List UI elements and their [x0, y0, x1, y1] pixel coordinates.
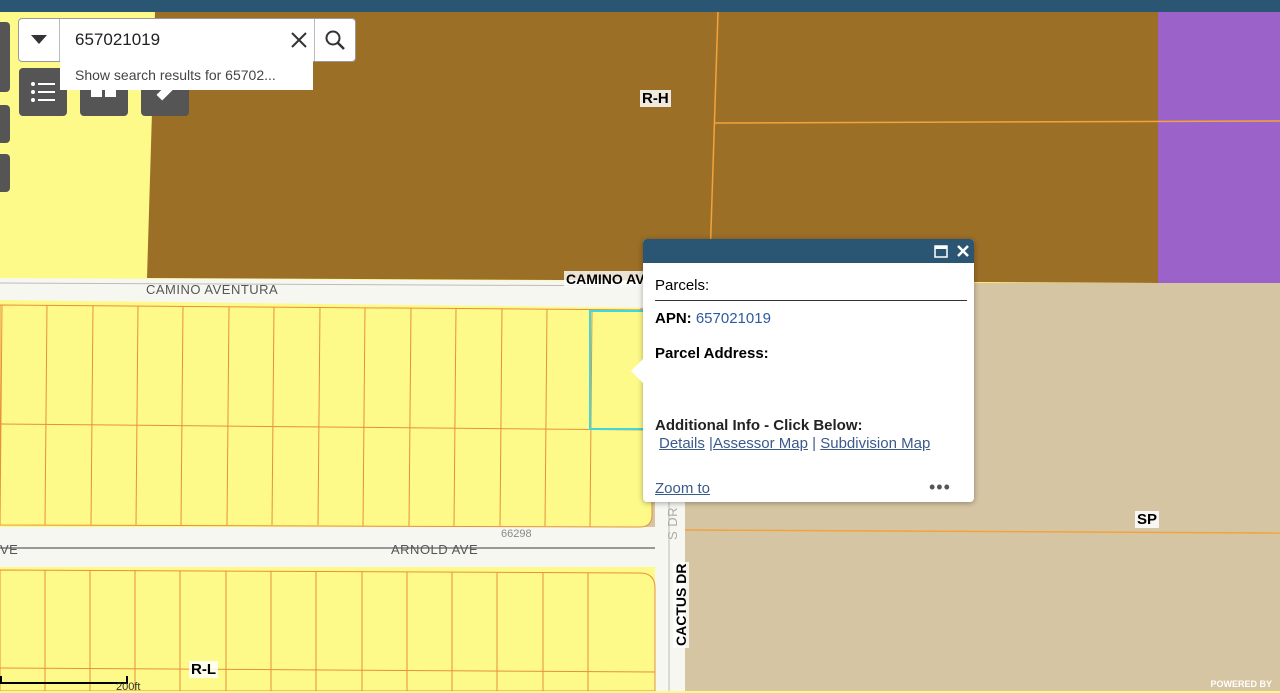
- assessor-map-link[interactable]: Assessor Map: [713, 435, 808, 452]
- popup-pointer: [631, 359, 643, 383]
- maximize-icon[interactable]: [934, 245, 948, 258]
- list-icon: [31, 82, 55, 102]
- side-control-bottom[interactable]: [0, 154, 10, 192]
- details-link[interactable]: Details: [659, 435, 705, 452]
- scale-label: 200ft: [116, 681, 141, 693]
- close-icon[interactable]: [956, 244, 970, 258]
- side-control-middle[interactable]: [0, 105, 10, 143]
- additional-info-label: Additional Info - Click Below:: [655, 417, 863, 434]
- popup-title: Parcels:: [655, 277, 710, 294]
- search-clear-button[interactable]: [284, 19, 314, 61]
- info-links: Details |Assessor Map | Subdivision Map: [659, 435, 930, 452]
- street-label-cactus-dr: CACTUS DR: [673, 561, 689, 648]
- street-label-ave-left: VE: [0, 542, 19, 557]
- search-source-dropdown[interactable]: [19, 19, 60, 61]
- apn-label: APN:: [655, 310, 692, 327]
- street-label-arnold-ave: ARNOLD AVE: [391, 542, 479, 557]
- parcel-address-label: Parcel Address:: [655, 345, 769, 362]
- subdivision-map-link[interactable]: Subdivision Map: [820, 435, 930, 452]
- street-label-camino-av-bold: CAMINO AV: [564, 271, 647, 287]
- search-widget: 657021019: [18, 18, 356, 62]
- top-header-bar: [0, 0, 1280, 12]
- scale-bar: [0, 676, 128, 684]
- more-actions-button[interactable]: •••: [929, 477, 951, 498]
- zone-label-sp: SP: [1135, 511, 1160, 528]
- popup-divider: [655, 300, 967, 301]
- popup-header: [643, 239, 974, 263]
- search-suggestion[interactable]: Show search results for 65702...: [60, 60, 313, 90]
- search-input[interactable]: 657021019: [60, 19, 284, 61]
- zone-purple-area: [1158, 12, 1280, 284]
- powered-by-label: POWERED BY: [1210, 679, 1272, 689]
- street-label-camino-aventura: CAMINO AVENTURA: [146, 282, 279, 297]
- apn-value: 657021019: [695, 310, 771, 327]
- parcel-popup: Parcels: APN: 657021019 Parcel Address: …: [631, 239, 974, 502]
- search-button[interactable]: [314, 19, 355, 61]
- link-separator: |: [812, 435, 817, 452]
- street-label-cactus-faded: S DR: [665, 506, 680, 540]
- zone-label-rl: R-L: [189, 661, 218, 678]
- close-icon: [291, 32, 307, 48]
- zoom-to-link[interactable]: Zoom to: [655, 480, 710, 497]
- apn-row: APN: 657021019: [655, 310, 771, 327]
- search-icon: [325, 30, 345, 50]
- side-control-top[interactable]: [0, 22, 10, 92]
- caret-down-icon: [31, 35, 47, 44]
- parcel-number-label: 66298: [501, 528, 532, 540]
- zone-label-rh: R-H: [640, 90, 671, 107]
